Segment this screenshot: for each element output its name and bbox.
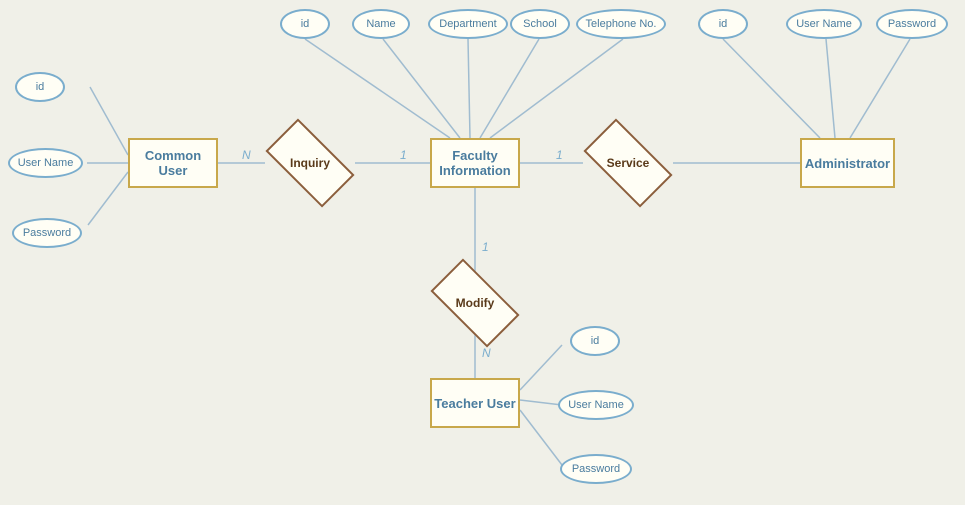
inquiry-relation: Inquiry [265,138,355,188]
fi-dept-attr: Department [428,9,508,39]
fi-tel-attr: Telephone No. [576,9,666,39]
tu-password-attr: Password [560,454,632,484]
cardinality-cu-inquiry: N [242,148,251,162]
administrator-entity: Administrator [800,138,895,188]
tu-username-attr: User Name [558,390,634,420]
cu-password-attr: Password [12,218,82,248]
tu-id-attr: id [570,326,620,356]
cu-id-attr: id [15,72,65,102]
cu-username-attr: User Name [8,148,83,178]
service-relation: Service [583,138,673,188]
cardinality-fi-modify: 1 [482,240,489,254]
adm-username-attr: User Name [786,9,862,39]
cardinality-fi-service: 1 [556,148,563,162]
cardinality-modify-tu: N [482,346,491,360]
faculty-info-entity: FacultyInformation [430,138,520,188]
fi-name-attr: Name [352,9,410,39]
modify-relation: Modify [430,278,520,328]
teacher-user-entity: Teacher User [430,378,520,428]
common-user-entity: Common User [128,138,218,188]
adm-id-attr: id [698,9,748,39]
fi-id-attr: id [280,9,330,39]
fi-school-attr: School [510,9,570,39]
adm-password-attr: Password [876,9,948,39]
cardinality-inquiry-fi: 1 [400,148,407,162]
